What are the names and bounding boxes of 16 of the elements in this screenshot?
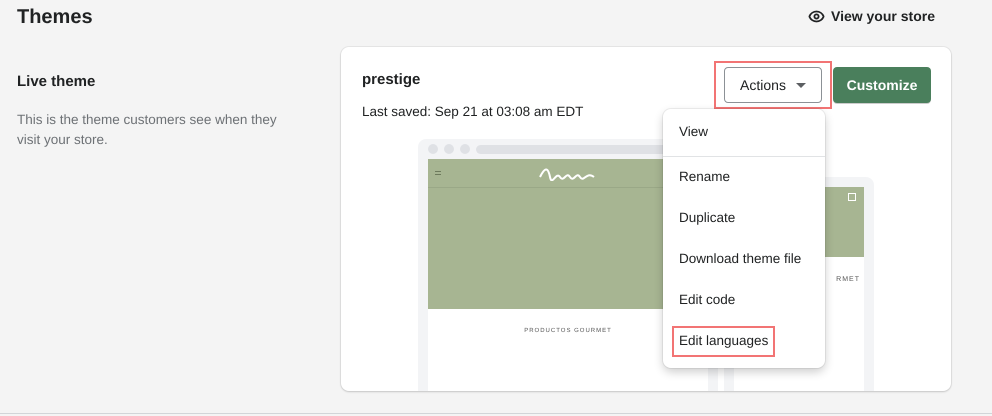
menu-item[interactable]: Download theme file <box>672 244 808 275</box>
theme-name: prestige <box>362 70 422 90</box>
section-title: Live theme <box>17 72 96 92</box>
eye-icon <box>808 8 825 25</box>
menu-item[interactable]: Duplicate <box>672 203 742 234</box>
last-saved-text: Last saved: Sep 21 at 03:08 am EDT <box>362 102 584 121</box>
caret-icon <box>796 82 806 88</box>
section-description: This is the theme customers see when they visit your store. <box>17 110 278 149</box>
page-title: Themes <box>17 4 93 30</box>
menu-item[interactable]: Edit code <box>672 285 742 316</box>
customize-button[interactable]: Customize <box>833 67 931 103</box>
actions-button[interactable]: Actions <box>724 67 822 103</box>
menu-item[interactable]: Edit languages <box>672 326 776 357</box>
view-store-link[interactable]: View your store <box>808 6 935 27</box>
menu-item[interactable]: View <box>672 117 716 148</box>
menu-item[interactable]: Rename <box>672 162 738 193</box>
